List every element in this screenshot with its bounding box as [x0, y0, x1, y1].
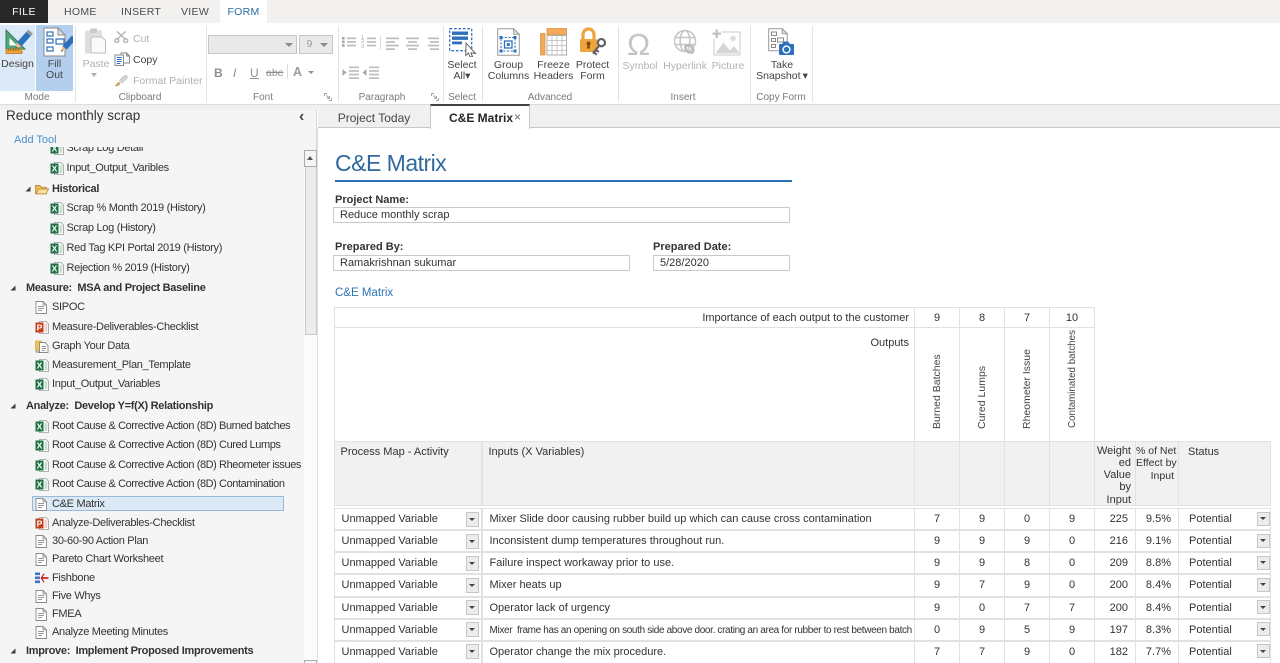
- svg-text:X: X: [52, 263, 58, 273]
- svg-text:P: P: [36, 322, 42, 332]
- svg-text:X: X: [36, 479, 42, 489]
- svg-text:X: X: [36, 440, 42, 450]
- svg-text:X: X: [36, 379, 42, 389]
- svg-text:X: X: [52, 243, 58, 253]
- svg-text:P: P: [36, 518, 42, 528]
- svg-text:X: X: [52, 203, 58, 213]
- svg-text:X: X: [36, 460, 42, 470]
- svg-text:X: X: [36, 360, 42, 370]
- svg-text:X: X: [52, 163, 58, 173]
- svg-text:X: X: [52, 223, 58, 233]
- svg-text:X: X: [36, 421, 42, 431]
- svg-text:X: X: [52, 147, 58, 153]
